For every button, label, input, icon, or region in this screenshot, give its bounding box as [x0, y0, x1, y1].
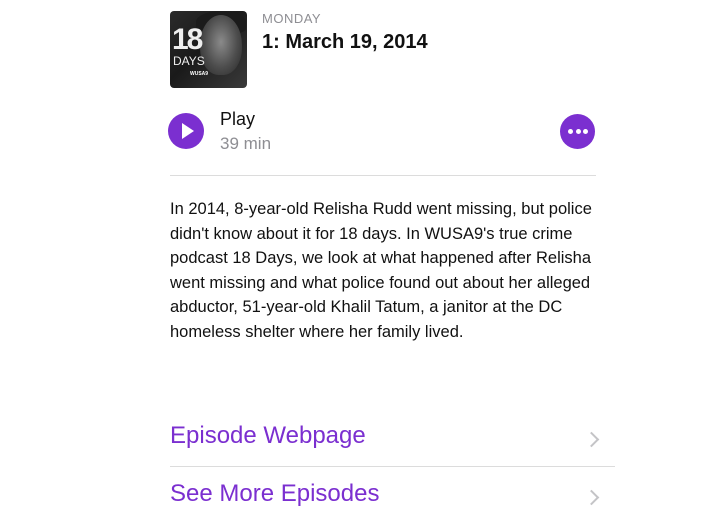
artwork-word: DAYS [173, 54, 205, 68]
play-button[interactable] [168, 113, 204, 149]
chevron-right-icon [583, 431, 600, 448]
play-label[interactable]: Play [220, 109, 255, 130]
see-more-episodes-link[interactable]: See More Episodes [170, 478, 600, 511]
episode-description: In 2014, 8-year-old Relisha Rudd went mi… [170, 200, 592, 341]
episode-detail-page: 18 DAYS WUSA9 MONDAY 1: March 19, 2014 P… [0, 0, 723, 511]
divider [170, 175, 596, 176]
artwork-portrait [200, 15, 242, 75]
episode-title: 1: March 19, 2014 [262, 31, 428, 53]
play-icon [182, 123, 194, 139]
chevron-right-icon [583, 489, 600, 506]
episode-webpage-label: Episode Webpage [170, 422, 366, 449]
more-icon [568, 129, 588, 134]
more-options-button[interactable] [560, 114, 595, 149]
artwork-number: 18 [172, 23, 203, 56]
see-more-episodes-label: See More Episodes [170, 480, 380, 507]
episode-day: MONDAY [262, 11, 322, 26]
podcast-artwork: 18 DAYS WUSA9 [170, 11, 247, 88]
episode-webpage-link[interactable]: Episode Webpage [170, 420, 600, 460]
episode-duration: 39 min [220, 134, 272, 153]
divider [170, 466, 615, 467]
artwork-brand: WUSA9 [190, 71, 209, 77]
